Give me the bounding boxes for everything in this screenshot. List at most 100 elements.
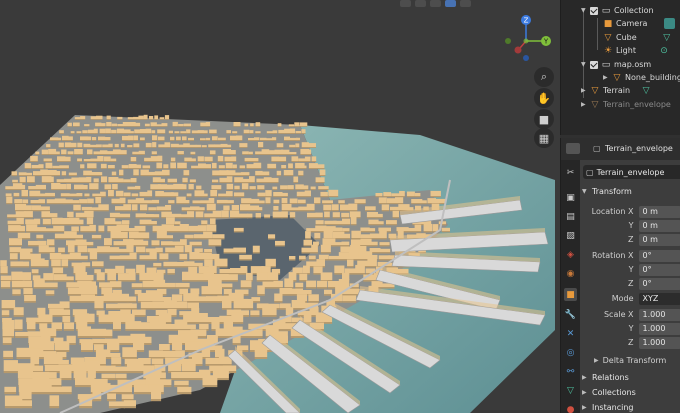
properties-tabs[interactable]: ✂ ▣ ▤ ▨ ◈ ◉ ■ 🔧 ✕ ◎ ⚯ ▽ ●: [561, 160, 580, 413]
building-side: [317, 287, 328, 289]
chevron-right-icon[interactable]: ▶: [603, 74, 609, 81]
outliner-item-none-buildings[interactable]: ▶ ▽ None_buildings: [603, 71, 680, 84]
tab-physics[interactable]: ◎: [564, 346, 577, 359]
panel-relations-header[interactable]: ▶ Relations: [582, 370, 680, 384]
chevron-down-icon[interactable]: ▼: [581, 7, 587, 14]
rotation-mode-select[interactable]: XYZ Euler: [638, 292, 680, 305]
perspective-toggle-button[interactable]: ▦: [534, 128, 554, 148]
chevron-down-icon[interactable]: ▼: [581, 61, 587, 68]
outliner-item-map-osm[interactable]: ▼ ▭ map.osm: [581, 58, 651, 71]
tab-particles[interactable]: ✕: [564, 327, 577, 340]
editor-type-button[interactable]: [566, 143, 580, 154]
3d-viewport[interactable]: Z Y ⌕ ✋ ■ ▦: [0, 0, 560, 413]
scale-x-field[interactable]: 1.000: [638, 308, 680, 321]
mesh-data-icon[interactable]: ▽: [662, 33, 672, 43]
viewport-header-icons[interactable]: [400, 0, 471, 7]
panel-instancing-header[interactable]: ▶ Instancing: [582, 400, 680, 413]
rotation-x-field[interactable]: 0°: [638, 249, 680, 262]
building: [350, 244, 361, 252]
chevron-right-icon[interactable]: ▶: [581, 101, 587, 108]
building-side: [104, 140, 111, 141]
building: [238, 213, 249, 217]
building: [15, 211, 26, 217]
outliner-item-terrain-envelope[interactable]: ▶ ▽ Terrain_envelope: [581, 98, 671, 111]
tab-constraints[interactable]: ⚯: [564, 365, 577, 378]
tab-render[interactable]: ▣: [564, 191, 577, 204]
panel-delta-transform-header[interactable]: ▶ Delta Transform: [594, 354, 680, 367]
mesh-data-icon[interactable]: ▽: [641, 86, 651, 96]
building-side: [80, 231, 91, 233]
building-side: [296, 196, 306, 198]
outliner-panel[interactable]: ▼ ▭ Collection ■ Camera ▽ Cube ▽ ☀ Light…: [560, 0, 680, 135]
building-side: [254, 140, 260, 141]
outliner-item-cube[interactable]: ▽ Cube ▽: [603, 31, 672, 44]
building: [29, 253, 41, 259]
tab-data[interactable]: ▽: [564, 384, 577, 397]
building-side: [102, 336, 113, 338]
navigation-gizmo[interactable]: Z Y: [496, 10, 556, 70]
building-side: [44, 287, 58, 289]
camera-view-button[interactable]: ■: [534, 109, 554, 129]
building: [64, 178, 72, 182]
tab-scene[interactable]: ◈: [564, 248, 577, 261]
building: [273, 199, 280, 203]
scale-z-field[interactable]: 1.000: [638, 336, 680, 349]
building: [156, 162, 163, 168]
rotation-y-field[interactable]: 0°: [638, 263, 680, 276]
building: [148, 207, 157, 210]
building-side: [41, 266, 49, 268]
location-x-field[interactable]: 0 m: [638, 205, 680, 218]
rotation-z-field[interactable]: 0°: [638, 277, 680, 290]
building: [47, 239, 55, 245]
pan-button[interactable]: ✋: [534, 88, 554, 108]
properties-editor[interactable]: ▢ Terrain_envelope ✂ ▣ ▤ ▨ ◈ ◉ ■ 🔧 ✕ ◎ ⚯…: [560, 138, 680, 413]
building: [100, 191, 106, 196]
checkbox-icon[interactable]: [590, 6, 598, 15]
tab-tool[interactable]: ✂: [564, 166, 577, 179]
light-icon: ☀: [603, 45, 613, 56]
building: [104, 184, 112, 189]
building: [22, 280, 33, 287]
checkbox-icon[interactable]: [590, 60, 598, 69]
building: [132, 239, 144, 245]
building: [432, 224, 439, 231]
building: [102, 329, 113, 336]
panel-collections-header[interactable]: ▶ Collections: [582, 385, 680, 399]
outliner-item-light[interactable]: ☀ Light ⊙: [603, 44, 669, 57]
building: [377, 221, 384, 224]
zoom-button[interactable]: ⌕: [534, 67, 554, 87]
tab-view-layer[interactable]: ▨: [564, 229, 577, 242]
building-side: [154, 119, 159, 120]
tab-world[interactable]: ◉: [564, 267, 577, 280]
outliner-item-camera[interactable]: ■ Camera: [603, 17, 676, 30]
tab-object[interactable]: ■: [564, 288, 577, 301]
building: [212, 210, 222, 217]
building: [188, 137, 194, 140]
building-side: [149, 259, 157, 261]
building-side: [6, 203, 13, 205]
building-side: [63, 161, 71, 162]
scale-y-field[interactable]: 1.000: [638, 322, 680, 335]
chevron-right-icon[interactable]: ▶: [581, 87, 587, 94]
building: [342, 272, 350, 280]
location-y-field[interactable]: 0 m: [638, 219, 680, 232]
building-side: [96, 280, 105, 282]
building-side: [324, 217, 330, 219]
chevron-down-icon: ▼: [582, 187, 587, 195]
tab-modifiers[interactable]: 🔧: [564, 308, 577, 321]
outliner-item-collection[interactable]: ▼ ▭ Collection: [581, 4, 654, 17]
outliner-item-terrain[interactable]: ▶ ▽ Terrain ▽: [581, 84, 651, 97]
building: [45, 192, 55, 196]
tab-output[interactable]: ▤: [564, 210, 577, 223]
location-z-field[interactable]: 0 m: [638, 233, 680, 246]
light-data-icon[interactable]: ⊙: [659, 46, 669, 56]
building: [86, 217, 94, 224]
building: [301, 290, 312, 294]
building: [223, 248, 235, 252]
object-name-field[interactable]: ▢ Terrain_envelope: [583, 165, 680, 179]
camera-data-icon[interactable]: [664, 18, 676, 29]
panel-transform-header[interactable]: ▼ Transform: [582, 184, 680, 198]
building: [63, 322, 74, 329]
tab-material[interactable]: ●: [564, 403, 577, 413]
building: [136, 246, 146, 252]
